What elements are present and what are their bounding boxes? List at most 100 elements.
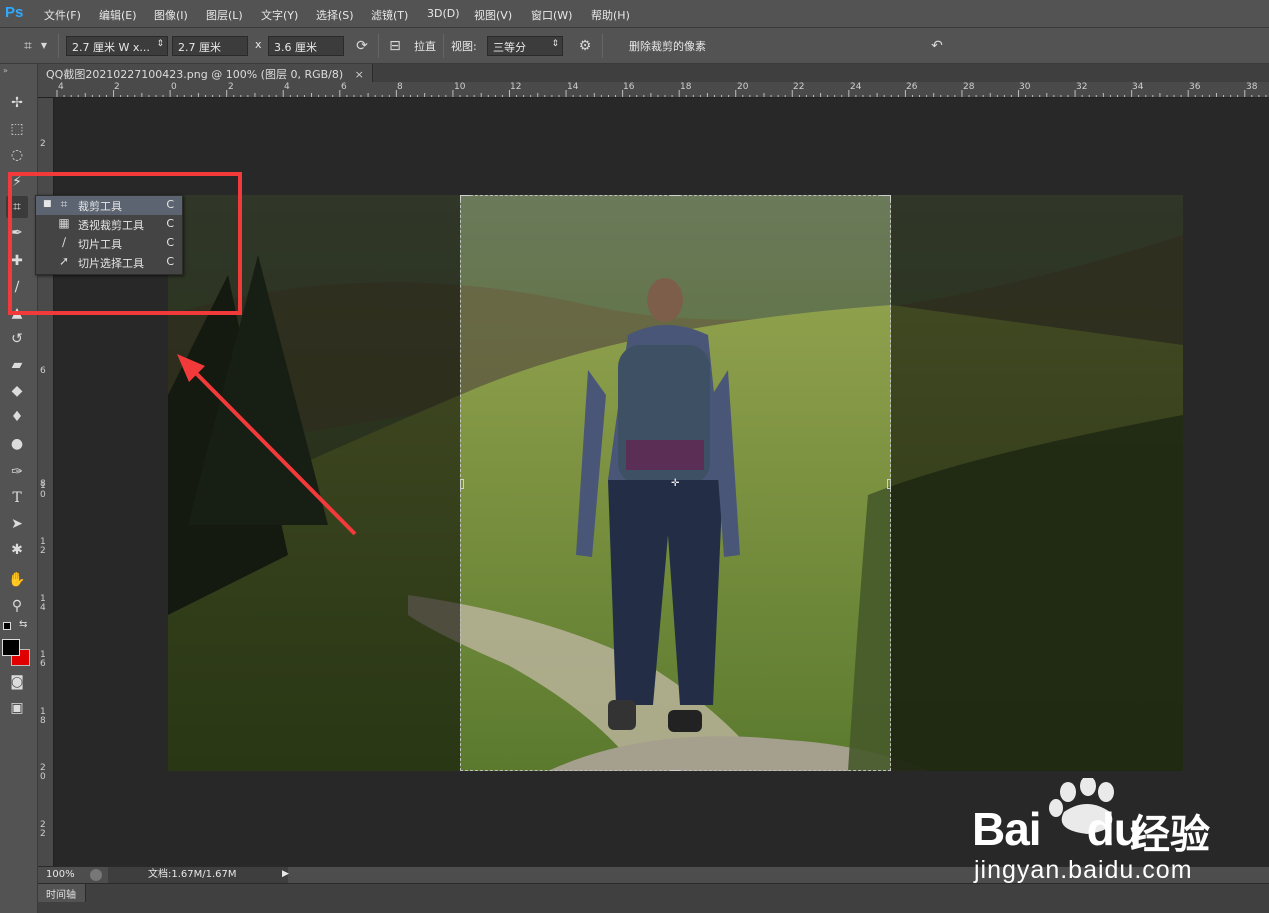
menu-filter[interactable]: 滤镜(T) [371, 7, 408, 23]
menu-edit[interactable]: 编辑(E) [99, 7, 137, 23]
flyout-item-label: 透视裁剪工具 [78, 219, 144, 232]
ratio-preset-select[interactable]: 2.7 厘米 W x... ⇕ [66, 36, 168, 56]
eraser-tool[interactable]: ▰ [6, 354, 28, 376]
menu-view[interactable]: 视图(V) [474, 7, 512, 23]
path-select-tool[interactable]: ➤ [6, 513, 28, 535]
crop-handle-top[interactable] [670, 195, 680, 201]
dodge-tool[interactable]: ● [6, 433, 28, 455]
timeline-tab[interactable]: 时间轴 [38, 884, 86, 902]
ruler-tick-label: 1 8 [40, 707, 46, 726]
menu-file[interactable]: 文件(F) [44, 7, 81, 23]
crop-handle-top-right[interactable] [881, 195, 891, 201]
zoom-tool[interactable]: ⚲ [6, 595, 28, 617]
straighten-label[interactable]: 拉直 [414, 38, 436, 54]
crop-handle-right[interactable] [887, 479, 891, 489]
blur-icon: ♦ [10, 409, 24, 425]
zoom-level-field[interactable]: 100% [40, 868, 80, 882]
selected-bullet-icon: ■ [43, 199, 52, 209]
blur-tool[interactable]: ♦ [6, 406, 28, 428]
shortcut-key: C [166, 217, 174, 230]
flyout-item-label: 切片选择工具 [78, 257, 144, 270]
straighten-icon[interactable]: ⊟ [385, 36, 405, 56]
photoshop-logo: Ps [5, 4, 24, 21]
stepper-icon: ⇕ [156, 39, 164, 49]
quick-mask-icon: ◙ [10, 674, 24, 690]
ratio-preset-value: 2.7 厘米 W x... [72, 41, 150, 54]
lasso-tool[interactable]: ◌ [6, 144, 28, 166]
crop-bounding-box[interactable]: ✛ [460, 195, 891, 771]
document-tab[interactable]: QQ截图20210227100423.png @ 100% (图层 0, RGB… [38, 64, 373, 82]
move-icon: ✢ [11, 95, 23, 111]
crop-tool-flyout: ■ ⌗ 裁剪工具 C ▦ 透视裁剪工具 C ∕ 切片工具 C ➚ 切片选择工具 … [35, 195, 183, 275]
shortcut-key: C [166, 236, 174, 249]
ruler-tick-label: 1 6 [40, 650, 46, 669]
dodge-icon: ● [10, 436, 24, 452]
crosshair-icon: ✛ [671, 478, 680, 489]
view-label: 视图: [451, 40, 477, 53]
pen-tool[interactable]: ✑ [6, 461, 28, 483]
zoom-icon: ⚲ [11, 598, 23, 614]
flyout-item-label: 切片工具 [78, 238, 122, 251]
menu-3d[interactable]: 3D(D) [427, 7, 460, 20]
swap-colors-icon[interactable]: ⇆ [19, 619, 27, 630]
delete-cropped-label[interactable]: 删除裁剪的像素 [629, 38, 706, 54]
menu-type[interactable]: 文字(Y) [261, 7, 298, 23]
shape-icon: ✱ [11, 542, 23, 558]
status-info-icon[interactable] [90, 869, 102, 881]
document-info: 文档:1.67M/1.67M [108, 867, 288, 883]
menu-image[interactable]: 图像(I) [154, 7, 188, 23]
close-icon[interactable]: × [355, 68, 364, 81]
menu-layer[interactable]: 图层(L) [206, 7, 243, 23]
ruler-tick-label: 6 [40, 366, 46, 376]
reset-icon[interactable]: ↶ [927, 36, 947, 56]
ruler-tick-label: 1 4 [40, 594, 46, 613]
type-tool[interactable]: T [6, 487, 28, 509]
crop-shield-right [891, 195, 1183, 771]
marquee-tool[interactable]: ⬚ [6, 118, 28, 140]
flyout-item-label: 裁剪工具 [78, 200, 122, 213]
crop-height-input[interactable]: 3.6 厘米 [268, 36, 344, 56]
collapse-icon[interactable]: » [3, 66, 8, 75]
watermark-brand: Bai [972, 803, 1042, 855]
flyout-slice-select-tool[interactable]: ➚ 切片选择工具 C [36, 253, 182, 272]
divider [58, 34, 59, 58]
ruler-horizontal[interactable]: 4 2 0 2 4 6 8 10 12 14 16 18 20 22 24 26… [38, 82, 1269, 98]
divider [443, 34, 444, 58]
paint-bucket-tool[interactable]: ◆ [6, 380, 28, 402]
default-colors-icon[interactable] [3, 622, 11, 630]
move-tool[interactable]: ✢ [6, 92, 28, 114]
ruler-tick-label: 2 2 [40, 820, 46, 839]
ruler-tick-label: 2 [40, 139, 46, 149]
menu-bar: Ps 文件(F) 编辑(E) 图像(I) 图层(L) 文字(Y) 选择(S) 滤… [0, 0, 1269, 28]
menu-window[interactable]: 窗口(W) [531, 7, 572, 23]
quick-mask-button[interactable]: ◙ [6, 671, 28, 693]
crop-handle-left[interactable] [460, 479, 464, 489]
chevron-down-icon[interactable]: ▼ [38, 36, 50, 56]
baidu-jingyan-watermark: Bai du 经验 jingyan.baidu.com [960, 776, 1220, 888]
hand-tool[interactable]: ✋ [6, 569, 28, 591]
options-bar: ⌗ ▼ 2.7 厘米 W x... ⇕ 2.7 厘米 x 3.6 厘米 ⟳ ⊟ … [0, 28, 1269, 79]
screen-mode-button[interactable]: ▣ [6, 697, 28, 719]
play-arrow-icon[interactable]: ▶ [282, 869, 289, 879]
flyout-crop-tool[interactable]: ■ ⌗ 裁剪工具 C [36, 196, 182, 215]
slice-select-icon: ➚ [58, 254, 70, 268]
view-overlay-select[interactable]: 三等分 ⇕ [487, 36, 563, 56]
history-brush-tool[interactable]: ↺ [6, 328, 28, 350]
ruler-tick-label: 2 0 [40, 763, 46, 782]
divider [602, 34, 603, 58]
menu-select[interactable]: 选择(S) [316, 7, 354, 23]
foreground-color-swatch[interactable] [2, 639, 20, 656]
gear-icon[interactable]: ⚙ [575, 36, 595, 56]
ruler-ticks [56, 90, 1267, 97]
crop-handle-top-left[interactable] [460, 195, 470, 201]
flyout-slice-tool[interactable]: ∕ 切片工具 C [36, 234, 182, 253]
crop-width-input[interactable]: 2.7 厘米 [172, 36, 248, 56]
crop-handle-bottom[interactable] [670, 765, 680, 771]
crop-tool-preset-icon[interactable]: ⌗ [18, 36, 38, 56]
shape-tool[interactable]: ✱ [6, 539, 28, 561]
menu-help[interactable]: 帮助(H) [591, 7, 630, 23]
flyout-perspective-crop-tool[interactable]: ▦ 透视裁剪工具 C [36, 215, 182, 234]
view-overlay-value: 三等分 [493, 41, 526, 54]
dimension-separator: x [255, 38, 262, 51]
swap-icon[interactable]: ⟳ [352, 36, 372, 56]
